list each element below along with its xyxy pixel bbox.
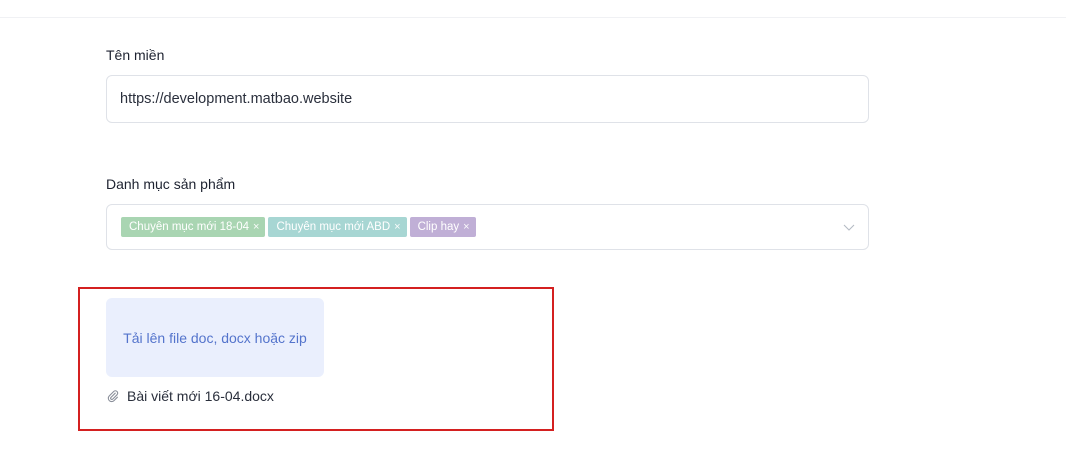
- paperclip-icon: [107, 390, 119, 403]
- remove-tag-icon[interactable]: ×: [253, 221, 259, 233]
- category-tag-label: Chuyên mục mới 18-04: [129, 221, 250, 233]
- category-tag: Clip hay ×: [409, 217, 476, 237]
- upload-button-label: Tải lên file doc, docx hoặc zip: [123, 329, 307, 346]
- chevron-down-icon[interactable]: [842, 220, 856, 234]
- page: Tên miền https://development.matbao.webs…: [0, 0, 1066, 473]
- category-tag: Chuyên mục mới ABD ×: [268, 217, 407, 237]
- upload-file-button[interactable]: Tải lên file doc, docx hoặc zip: [106, 298, 324, 377]
- domain-input[interactable]: https://development.matbao.website: [106, 75, 869, 123]
- category-tag-label: Chuyên mục mới ABD: [276, 221, 391, 233]
- remove-tag-icon[interactable]: ×: [463, 221, 469, 233]
- top-divider: [0, 17, 1066, 18]
- remove-tag-icon[interactable]: ×: [394, 221, 400, 233]
- domain-input-value: https://development.matbao.website: [120, 91, 353, 107]
- category-select[interactable]: Chuyên mục mới 18-04 × Chuyên mục mới AB…: [106, 204, 869, 250]
- category-label: Danh mục sản phẩm: [106, 176, 236, 192]
- category-tag: Chuyên mục mới 18-04 ×: [121, 217, 266, 237]
- category-tag-label: Clip hay: [417, 221, 460, 233]
- uploaded-file-item[interactable]: Bài viết mới 16-04.docx: [106, 388, 274, 404]
- uploaded-file-name: Bài viết mới 16-04.docx: [127, 388, 274, 404]
- domain-label: Tên miền: [106, 47, 165, 63]
